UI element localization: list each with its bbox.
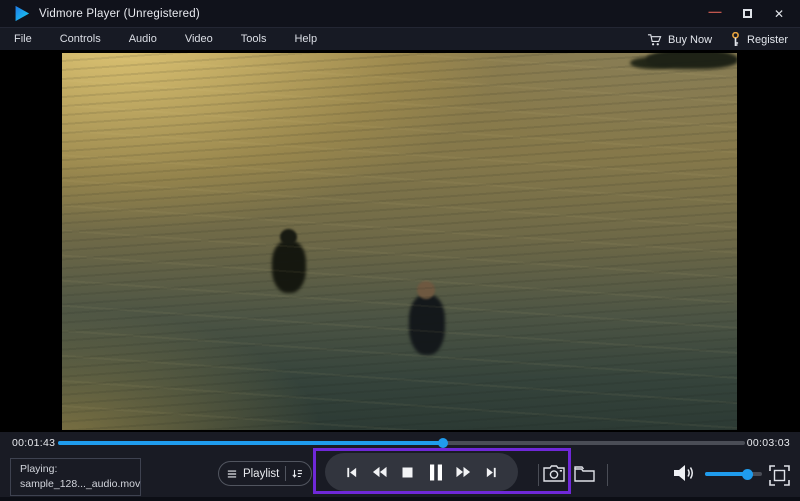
seek-thumb[interactable] (438, 438, 448, 448)
pause-icon (429, 464, 443, 481)
total-time: 00:03:03 (747, 437, 790, 449)
control-bar: Playing: sample_128..._audio.mov Playlis… (0, 452, 800, 497)
snapshot-button[interactable] (541, 460, 567, 486)
now-playing-file: sample_128..._audio.mov (20, 477, 131, 492)
next-icon (485, 466, 498, 479)
hamburger-icon (227, 469, 237, 479)
open-folder-button[interactable] (571, 460, 597, 486)
stop-icon (402, 467, 413, 478)
pill-divider (285, 466, 286, 481)
close-icon: ✕ (774, 7, 784, 21)
menu-item-help[interactable]: Help (280, 28, 331, 50)
folder-icon (574, 465, 595, 482)
menu-item-tools[interactable]: Tools (227, 28, 281, 50)
maximize-button[interactable] (736, 3, 758, 25)
previous-button[interactable] (339, 457, 363, 487)
playlist-button[interactable]: Playlist (218, 461, 312, 486)
playlist-label: Playlist (243, 468, 279, 480)
separator (607, 464, 608, 486)
key-icon (730, 32, 741, 47)
play-logo-icon (13, 5, 30, 22)
minimize-icon: — (709, 4, 722, 19)
menu-item-video[interactable]: Video (171, 28, 227, 50)
rewind-icon (372, 466, 387, 478)
water-texture (62, 53, 737, 430)
speaker-icon (672, 463, 696, 483)
video-surface[interactable] (62, 53, 737, 430)
stop-button[interactable] (395, 457, 419, 487)
fullscreen-icon (769, 465, 790, 486)
seek-fill (58, 441, 443, 445)
vidmore-player-window: Vidmore Player (Unregistered) — ✕ File C… (0, 0, 800, 501)
previous-icon (345, 466, 358, 479)
fullscreen-button[interactable] (766, 462, 792, 488)
menu-item-file[interactable]: File (0, 28, 46, 50)
menu-item-audio[interactable]: Audio (115, 28, 171, 50)
title-bar: Vidmore Player (Unregistered) — ✕ (0, 0, 800, 27)
volume-button[interactable] (671, 460, 697, 486)
menu-item-controls[interactable]: Controls (46, 28, 115, 50)
now-playing-box: Playing: sample_128..._audio.mov (10, 458, 141, 496)
minimize-button[interactable]: — (704, 3, 726, 25)
register-label: Register (747, 34, 788, 46)
menu-bar: File Controls Audio Video Tools Help Buy… (0, 27, 800, 50)
fast-forward-button[interactable] (452, 457, 476, 487)
video-region (0, 50, 800, 432)
buy-now-button[interactable]: Buy Now (647, 33, 712, 47)
register-button[interactable]: Register (730, 32, 788, 47)
pause-button[interactable] (424, 457, 448, 487)
window-bottom-edge (0, 497, 800, 501)
playlist-order-icon[interactable] (292, 468, 303, 480)
window-title: Vidmore Player (Unregistered) (39, 8, 200, 20)
now-playing-label: Playing: (20, 462, 131, 477)
cart-icon (647, 33, 662, 47)
elapsed-time: 00:01:43 (12, 437, 55, 449)
volume-thumb[interactable] (742, 469, 753, 480)
maximize-icon (743, 9, 752, 18)
progress-row: 00:01:43 00:03:03 (0, 432, 800, 452)
separator (538, 464, 539, 486)
rewind-button[interactable] (367, 457, 391, 487)
volume-slider[interactable] (705, 472, 762, 476)
camera-icon (543, 464, 565, 482)
next-button[interactable] (480, 457, 504, 487)
fast-forward-icon (456, 466, 471, 478)
buy-now-label: Buy Now (668, 34, 712, 46)
volume-fill (705, 472, 747, 476)
seek-bar[interactable] (58, 441, 745, 445)
close-button[interactable]: ✕ (768, 3, 790, 25)
transport-controls (325, 453, 518, 491)
